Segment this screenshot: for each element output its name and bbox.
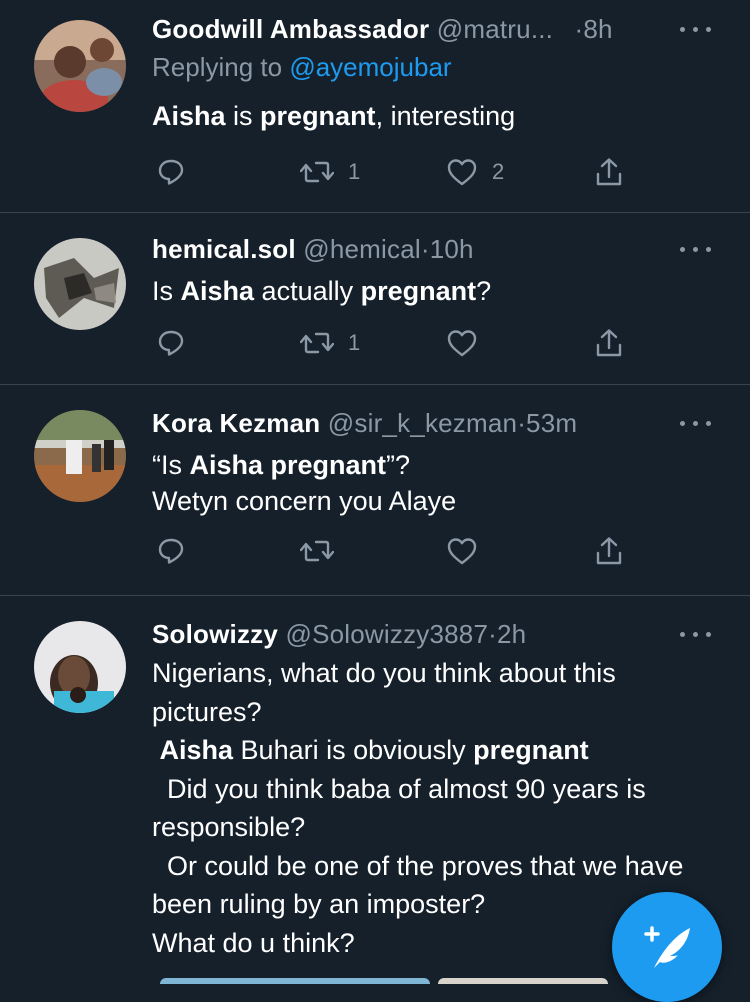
separator-dot: · [488, 619, 497, 649]
compose-tweet-icon [644, 926, 690, 968]
avatar[interactable] [34, 238, 126, 330]
tweet-actions: 12 [150, 154, 650, 190]
tweet-header: Goodwill Ambassador @matru... ·8h [152, 12, 613, 46]
author-handle[interactable]: @sir_k_kezman [328, 408, 517, 438]
text-segment: ? [476, 276, 492, 306]
avatar[interactable] [34, 410, 126, 502]
text-segment: “Is [152, 450, 190, 480]
reply-button[interactable] [156, 533, 186, 569]
bold-text: pregnant [360, 276, 477, 306]
media-preview[interactable] [438, 978, 608, 984]
tweet-actions [150, 533, 650, 569]
share-button[interactable] [594, 325, 624, 361]
more-icon[interactable] [680, 244, 714, 254]
share-icon [594, 327, 624, 359]
like-button[interactable] [446, 533, 492, 569]
separator-dot: · [517, 408, 527, 438]
retweet-button[interactable] [300, 533, 348, 569]
more-icon[interactable] [680, 418, 714, 428]
timestamp[interactable]: 53m [526, 408, 577, 438]
tweet-header: Solowizzy @Solowizzy3887·2h [152, 617, 526, 651]
retweet-count: 1 [348, 330, 361, 355]
separator-dot: · [420, 234, 430, 264]
bold-text: pregnant [260, 101, 376, 131]
more-icon[interactable] [680, 24, 714, 34]
timestamp[interactable]: 2h [497, 619, 526, 649]
reply-icon [156, 328, 186, 358]
share-button[interactable] [594, 533, 624, 569]
author-handle[interactable]: @matru... [437, 14, 553, 44]
retweet-icon [300, 328, 334, 358]
text-segment: Did you think baba of almost 90 years is… [152, 773, 684, 958]
reply-button[interactable] [156, 154, 186, 190]
tweet-text: “Is Aisha pregnant”? Wetyn concern you A… [152, 447, 727, 519]
heart-icon [446, 328, 478, 358]
replying-label: Replying to [152, 52, 283, 82]
divider [0, 212, 750, 213]
author-name[interactable]: Kora Kezman [152, 408, 320, 438]
bold-text: pregnant [473, 735, 589, 765]
avatar[interactable] [34, 621, 126, 713]
retweet-button[interactable]: 1 [300, 154, 360, 190]
avatar[interactable] [34, 20, 126, 112]
heart-icon [446, 536, 478, 566]
author-handle[interactable]: @hemical [303, 234, 421, 264]
like-button[interactable]: 2 [446, 154, 504, 190]
replying-handle-link[interactable]: @ayemojubar [289, 52, 451, 82]
bold-text: Aisha [152, 101, 226, 131]
text-segment: is [225, 101, 261, 131]
share-icon [594, 156, 624, 188]
more-icon[interactable] [680, 629, 714, 639]
divider [0, 384, 750, 385]
author-name[interactable]: Solowizzy [152, 619, 278, 649]
tweet-header: Kora Kezman @sir_k_kezman·53m [152, 406, 577, 440]
author-name[interactable]: hemical.sol [152, 234, 296, 264]
text-segment: , interesting [375, 101, 516, 131]
bold-text: Aisha [180, 276, 255, 306]
bold-text: Aisha pregnant [189, 450, 387, 480]
tweet-text: Aisha is pregnant, interesting [152, 98, 727, 134]
divider [0, 595, 750, 596]
retweet-count: 1 [348, 159, 361, 184]
replying-to: Replying to @ayemojubar [152, 50, 452, 84]
retweet-icon [300, 536, 334, 566]
like-count: 2 [492, 159, 505, 184]
author-name[interactable]: Goodwill Ambassador [152, 14, 429, 44]
timestamp[interactable]: 10h [430, 234, 474, 264]
compose-button[interactable] [612, 892, 722, 1002]
tweet-text: Is Aisha actually pregnant? [152, 273, 727, 309]
text-segment: actually [254, 276, 361, 306]
like-button[interactable] [446, 325, 492, 361]
tweet-actions: 1 [150, 325, 650, 361]
share-button[interactable] [594, 154, 624, 190]
reply-icon [156, 157, 186, 187]
bold-text: Aisha [159, 735, 234, 765]
tweet-header: hemical.sol @hemical·10h [152, 232, 474, 266]
retweet-button[interactable]: 1 [300, 325, 360, 361]
heart-icon [446, 157, 478, 187]
share-icon [594, 535, 624, 567]
text-segment: Is [152, 276, 181, 306]
reply-button[interactable] [156, 325, 186, 361]
author-handle[interactable]: @Solowizzy3887 [285, 619, 488, 649]
retweet-icon [300, 157, 334, 187]
text-segment: Buhari is obviously [233, 735, 474, 765]
media-preview[interactable] [160, 978, 430, 984]
reply-icon [156, 536, 186, 566]
timestamp[interactable]: 8h [583, 14, 612, 44]
